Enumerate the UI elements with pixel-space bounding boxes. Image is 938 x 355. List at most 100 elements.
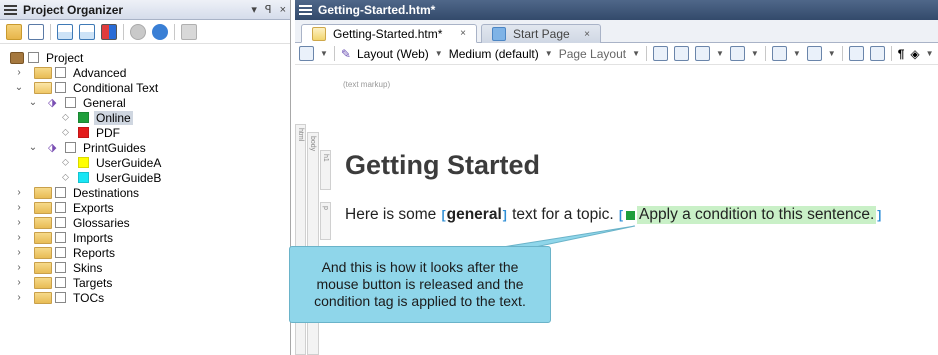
chevron-right-icon[interactable]: › <box>14 202 24 213</box>
tree-checkbox[interactable] <box>55 67 66 78</box>
chevron-down-icon[interactable]: ▼ <box>926 49 934 58</box>
layout-dropdown[interactable]: Layout (Web) <box>357 47 429 61</box>
folder-open-icon <box>34 81 52 94</box>
menu-icon[interactable] <box>299 5 312 15</box>
properties-grid-icon[interactable] <box>101 23 117 40</box>
move-up-icon[interactable] <box>181 23 197 40</box>
chevron-down-icon[interactable]: ▼ <box>716 49 724 58</box>
toolbar-separator <box>174 23 175 40</box>
tree-checkbox[interactable] <box>65 142 76 153</box>
chevron-down-icon[interactable]: ⌄ <box>14 82 24 93</box>
variable-icon[interactable] <box>806 46 822 61</box>
conditions-icon[interactable] <box>848 46 864 61</box>
tree-checkbox[interactable] <box>55 202 66 213</box>
page-layout-dropdown[interactable]: Page Layout <box>559 47 626 61</box>
track-changes-icon[interactable] <box>674 46 689 61</box>
chevron-down-icon[interactable]: ⌄ <box>28 97 38 108</box>
chevron-right-icon[interactable]: › <box>14 67 24 78</box>
tree-checkbox[interactable] <box>55 232 66 243</box>
chevron-down-icon[interactable]: ▼ <box>793 49 801 58</box>
tree-item-label: Conditional Text <box>73 80 159 95</box>
callout-text: And this is how it looks after the mouse… <box>314 259 526 309</box>
tree-item-project[interactable]: Project <box>0 50 290 65</box>
tree-item-reports[interactable]: › Reports <box>0 245 290 260</box>
pane-title: Project Organizer <box>23 2 124 17</box>
chevron-down-icon[interactable]: ▼ <box>751 49 759 58</box>
pane-dropdown-icon[interactable]: ▾ <box>251 3 257 16</box>
tree-item-label: PrintGuides <box>83 140 146 155</box>
tree-item-targets[interactable]: › Targets <box>0 275 290 290</box>
duplicate-icon[interactable] <box>79 23 95 40</box>
chevron-down-icon[interactable]: ▼ <box>828 49 836 58</box>
topic-heading[interactable]: Getting Started <box>345 150 540 181</box>
menu-icon[interactable] <box>4 4 17 15</box>
chevron-down-icon[interactable]: ▼ <box>320 49 328 58</box>
tree-checkbox[interactable] <box>55 277 66 288</box>
structure-bar-h1[interactable]: h1 <box>320 150 331 190</box>
tree-item-pdf[interactable]: ⬦ PDF <box>0 125 290 140</box>
tree-item-conditional-text[interactable]: ⌄ Conditional Text <box>0 80 290 95</box>
tree-item-exports[interactable]: › Exports <box>0 200 290 215</box>
tree-checkbox[interactable] <box>55 217 66 228</box>
chevron-down-icon[interactable]: ▼ <box>435 49 443 58</box>
tab-close-icon[interactable]: × <box>460 28 466 39</box>
preview-icon[interactable] <box>653 46 668 61</box>
show-tags-icon[interactable] <box>695 46 710 61</box>
tree-item-general[interactable]: ⌄ ⬗ General <box>0 95 290 110</box>
chevron-right-icon[interactable]: › <box>14 262 24 273</box>
chevron-right-icon[interactable]: › <box>14 292 24 303</box>
tree-item-glossaries[interactable]: › Glossaries <box>0 215 290 230</box>
tree-checkbox[interactable] <box>55 82 66 93</box>
conditions-view-icon[interactable] <box>869 46 885 61</box>
tree-item-tocs[interactable]: › TOCs <box>0 290 290 305</box>
tree-item-printguides[interactable]: ⌄ ⬗ PrintGuides <box>0 140 290 155</box>
tab-start-page[interactable]: Start Page × <box>481 24 601 43</box>
new-item-icon[interactable] <box>28 23 44 40</box>
add-icon[interactable] <box>57 23 73 40</box>
annotation-callout: And this is how it looks after the mouse… <box>289 246 551 323</box>
snippet-icon[interactable] <box>771 46 787 61</box>
tree-checkbox[interactable] <box>28 52 39 63</box>
tab-close-icon[interactable]: × <box>584 29 590 40</box>
tree-checkbox[interactable] <box>65 97 76 108</box>
chevron-down-icon[interactable]: ⌄ <box>28 142 38 153</box>
pin-icon[interactable]: ꟼ <box>265 3 272 16</box>
tree-item-online[interactable]: ⬦ Online <box>0 110 290 125</box>
open-folder-icon[interactable] <box>6 23 22 40</box>
project-organizer-titlebar: Project Organizer ▾ ꟼ × <box>0 0 290 20</box>
structure-bar-p[interactable]: p <box>320 202 331 240</box>
view-mode-icon[interactable] <box>299 46 314 61</box>
medium-dropdown[interactable]: Medium (default) <box>449 47 539 61</box>
tree-item-userguidea[interactable]: ⬦ UserGuideA <box>0 155 290 170</box>
tree-checkbox[interactable] <box>55 247 66 258</box>
show-markers-icon[interactable] <box>729 46 745 61</box>
editor-toolbar: ▼ ✎ Layout (Web) ▼ Medium (default) ▼ Page… <box>295 43 938 65</box>
chevron-down-icon[interactable]: ▼ <box>632 49 640 58</box>
condition-end-marker: ] <box>877 208 882 222</box>
chevron-right-icon[interactable]: › <box>14 277 24 288</box>
tree-item-userguideb[interactable]: ⬦ UserGuideB <box>0 170 290 185</box>
chevron-right-icon[interactable]: › <box>14 217 24 228</box>
pilcrow-icon[interactable]: ¶ <box>898 47 905 61</box>
visibility-icon[interactable]: ◈ <box>910 47 919 61</box>
tree-item-label: Destinations <box>73 185 140 200</box>
close-icon[interactable]: × <box>280 4 286 16</box>
refresh-icon[interactable] <box>152 23 168 40</box>
toolbar-separator <box>841 46 843 61</box>
folder-icon <box>34 216 52 229</box>
chevron-down-icon[interactable]: ▼ <box>545 49 553 58</box>
chevron-right-icon[interactable]: › <box>14 232 24 243</box>
tree-checkbox[interactable] <box>55 187 66 198</box>
chevron-right-icon[interactable]: › <box>14 247 24 258</box>
tree-checkbox[interactable] <box>55 262 66 273</box>
tree-item-skins[interactable]: › Skins <box>0 260 290 275</box>
tree-item-imports[interactable]: › Imports <box>0 230 290 245</box>
tree-item-destinations[interactable]: › Destinations <box>0 185 290 200</box>
tree-checkbox[interactable] <box>55 292 66 303</box>
project-bag-icon <box>10 51 24 64</box>
remove-icon[interactable] <box>130 23 146 40</box>
chevron-right-icon[interactable]: › <box>14 187 24 198</box>
tab-getting-started[interactable]: Getting-Started.htm* × <box>301 24 477 43</box>
tree-item-advanced[interactable]: › Advanced <box>0 65 290 80</box>
editor-titlebar: Getting-Started.htm* <box>295 0 938 20</box>
